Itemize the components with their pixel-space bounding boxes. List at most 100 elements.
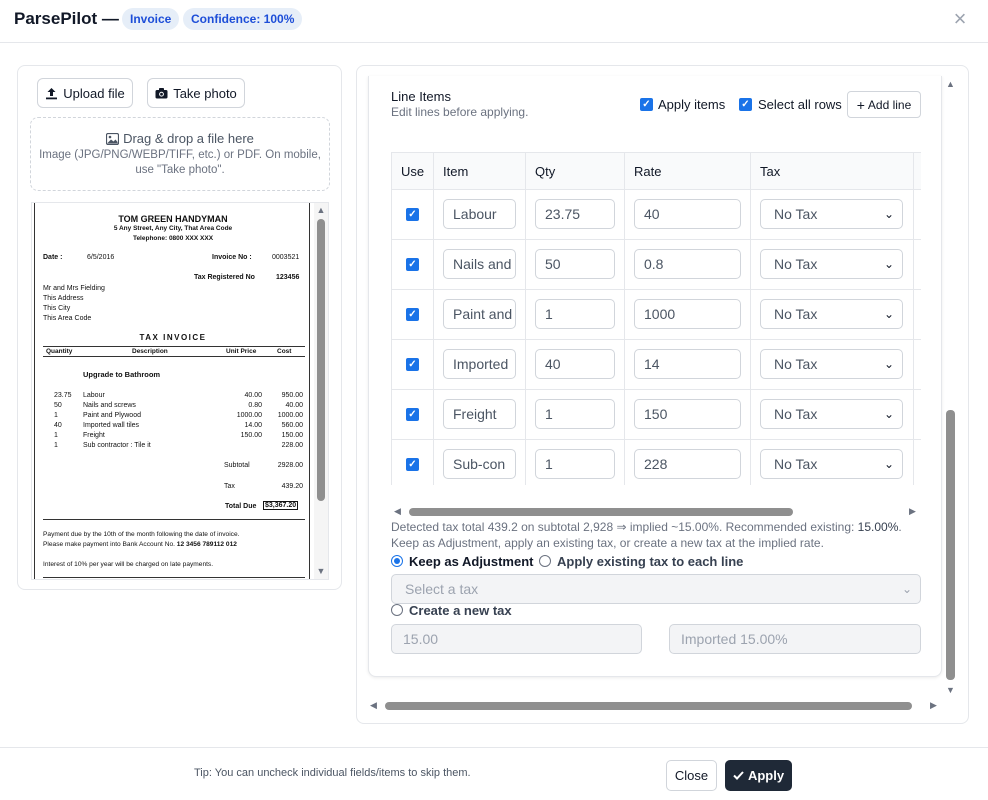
column-header-tax: Tax (760, 164, 781, 179)
divider (43, 356, 305, 357)
chevron-down-icon: ⌄ (883, 207, 894, 221)
source-panel: Upload file Take photo Drag & drop a fil… (17, 65, 342, 590)
item-input[interactable]: Freight (443, 399, 516, 429)
interest-note: Interest of 10% per year will be charged… (43, 561, 214, 568)
rate-input[interactable]: 0.8 (634, 249, 741, 279)
line-description: Labour (83, 392, 105, 399)
line-price: 150.00 (240, 432, 262, 439)
scroll-right-icon[interactable]: ▶ (930, 700, 937, 711)
table-row: ✓ Nails and 50 0.8 No Tax ⌄ (392, 240, 921, 290)
qty-input[interactable]: 1 (535, 449, 615, 479)
item-input[interactable]: Imported (443, 349, 516, 379)
new-tax-rate-input[interactable]: 15.00 (391, 624, 642, 654)
line-items-card: Line Items Edit lines before applying. ✓… (368, 76, 942, 677)
qty-input[interactable]: 40 (535, 349, 615, 379)
apply-items-checkbox[interactable]: ✓ (640, 98, 653, 111)
new-tax-name-input[interactable]: Imported 15.00% (669, 624, 921, 654)
close-icon[interactable]: × (949, 8, 971, 30)
panel-vertical-scrollbar[interactable]: ▲ ▼ (945, 76, 957, 696)
confidence-badge: Confidence: 100% (183, 8, 303, 30)
modal-footer: Tip: You can uncheck individual fields/i… (0, 747, 988, 800)
table-horizontal-scrollbar[interactable]: ◀ ▶ (391, 506, 921, 518)
scroll-up-icon[interactable]: ▲ (316, 206, 326, 215)
tax-select[interactable]: No Tax ⌄ (760, 299, 903, 329)
apply-existing-radio[interactable] (539, 555, 551, 567)
create-new-tax-radio[interactable] (391, 604, 403, 616)
rate-input[interactable]: 150 (634, 399, 741, 429)
scroll-down-icon[interactable]: ▼ (946, 685, 955, 695)
item-input[interactable]: Sub-con (443, 449, 516, 479)
select-all-label: Select all rows (758, 97, 842, 112)
file-dropzone[interactable]: Drag & drop a file here Image (JPG/PNG/W… (30, 117, 330, 191)
divider (43, 577, 305, 578)
panel-horizontal-scrollbar[interactable]: ◀ ▶ (367, 700, 942, 712)
table-scroll-thumb[interactable] (409, 508, 793, 516)
tax-select[interactable]: No Tax ⌄ (760, 349, 903, 379)
add-line-button[interactable]: + Add line (847, 91, 921, 118)
table-row: ✓ Freight 1 150 No Tax ⌄ (392, 390, 921, 440)
rate-input[interactable]: 40 (634, 199, 741, 229)
apply-items-label: Apply items (658, 97, 726, 112)
line-cost: 40.00 (285, 402, 303, 409)
existing-tax-select[interactable]: Select a tax ⌄ (391, 574, 921, 604)
tax-select[interactable]: No Tax ⌄ (760, 399, 903, 429)
panel-scroll-thumb[interactable] (946, 410, 955, 680)
apply-button[interactable]: Apply (725, 760, 792, 791)
rate-input[interactable]: 228 (634, 449, 741, 479)
take-photo-button[interactable]: Take photo (147, 78, 245, 108)
modal-header: ParsePilot — Invoice Confidence: 100% × (0, 0, 988, 43)
customer-line: Mr and Mrs Fielding (43, 285, 105, 292)
rate-input[interactable]: 14 (634, 349, 741, 379)
column-unit-price: Unit Price (226, 348, 257, 355)
qty-input[interactable]: 1 (535, 399, 615, 429)
item-input[interactable]: Labour (443, 199, 516, 229)
invoice-date: 6/5/2016 (87, 254, 115, 261)
row-use-checkbox[interactable]: ✓ (406, 308, 419, 321)
tax-select[interactable]: No Tax ⌄ (760, 199, 903, 229)
qty-input[interactable]: 23.75 (535, 199, 615, 229)
tax-detection-text: Detected tax total 439.2 on subtotal 2,9… (391, 520, 858, 534)
row-use-checkbox[interactable]: ✓ (406, 358, 419, 371)
scroll-left-icon[interactable]: ◀ (394, 506, 401, 517)
scroll-right-icon[interactable]: ▶ (909, 506, 916, 517)
row-use-checkbox[interactable]: ✓ (406, 258, 419, 271)
image-icon (106, 132, 120, 145)
scroll-up-icon[interactable]: ▲ (946, 79, 955, 89)
select-all-checkbox[interactable]: ✓ (739, 98, 752, 111)
row-use-checkbox[interactable]: ✓ (406, 208, 419, 221)
qty-input[interactable]: 50 (535, 249, 615, 279)
qty-input[interactable]: 1 (535, 299, 615, 329)
payment-instructions: Please make payment into Bank Account No… (43, 541, 237, 548)
table-row: ✓ Imported 40 14 No Tax ⌄ (392, 340, 921, 390)
tax-select[interactable]: No Tax ⌄ (760, 249, 903, 279)
close-button[interactable]: Close (666, 760, 717, 791)
column-header-use: Use (401, 164, 425, 179)
column-cost: Cost (277, 348, 292, 355)
preview-scroll-thumb[interactable] (317, 219, 325, 501)
table-row: ✓ Sub-con 1 228 No Tax ⌄ (392, 440, 921, 485)
payment-instructions-text: Please make payment into Bank Account No… (43, 541, 175, 548)
table-row: ✓ Paint and 1 1000 No Tax ⌄ (392, 290, 921, 340)
preview-scrollbar[interactable]: ▲ ▼ (314, 203, 328, 579)
row-use-checkbox[interactable]: ✓ (406, 458, 419, 471)
dropzone-title: Drag & drop a file here (31, 131, 329, 146)
item-input[interactable]: Nails and (443, 249, 516, 279)
line-description: Freight (83, 432, 105, 439)
panel-hscroll-thumb[interactable] (385, 702, 912, 710)
line-qty: 40 (54, 422, 62, 429)
upload-file-button[interactable]: Upload file (37, 78, 133, 108)
invoice-document: TOM GREEN HANDYMAN 5 Any Street, Any Cit… (34, 203, 310, 579)
keep-adjustment-radio[interactable] (391, 555, 403, 567)
row-use-checkbox[interactable]: ✓ (406, 408, 419, 421)
scroll-left-icon[interactable]: ◀ (370, 700, 377, 711)
tax-select[interactable]: No Tax ⌄ (760, 449, 903, 479)
upload-icon (46, 87, 58, 99)
column-header-item: Item (443, 164, 469, 179)
rate-input[interactable]: 1000 (634, 299, 741, 329)
apply-label: Apply (747, 768, 785, 783)
tax-registered-label: Tax Registered No (194, 274, 255, 281)
document-type-badge: Invoice (122, 8, 180, 30)
item-input[interactable]: Paint and (443, 299, 516, 329)
scroll-down-icon[interactable]: ▼ (316, 567, 326, 576)
invoice-preview[interactable]: TOM GREEN HANDYMAN 5 Any Street, Any Cit… (31, 202, 329, 580)
